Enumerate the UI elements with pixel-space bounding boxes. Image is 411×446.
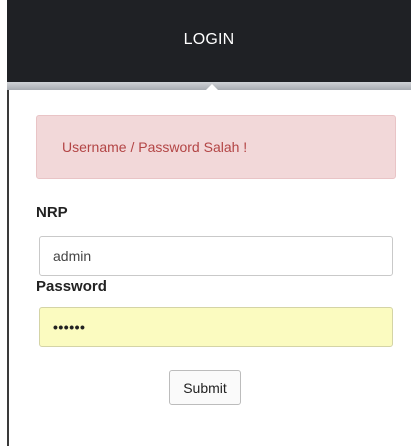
nrp-label: NRP <box>36 204 68 221</box>
password-label: Password <box>36 278 107 295</box>
error-alert: Username / Password Salah ! <box>36 115 396 179</box>
password-input-value: •••••• <box>53 319 86 335</box>
caret-up-icon <box>206 84 218 90</box>
nrp-input[interactable]: admin <box>39 236 393 276</box>
panel-left-border <box>7 90 9 446</box>
nrp-input-value: admin <box>53 248 92 264</box>
panel-header: LOGIN <box>7 0 411 82</box>
password-input[interactable]: •••••• <box>39 307 393 347</box>
submit-button[interactable]: Submit <box>169 370 241 405</box>
error-alert-message: Username / Password Salah ! <box>62 138 248 155</box>
login-panel: LOGIN Username / Password Salah ! NRP ad… <box>0 0 411 446</box>
header-title: LOGIN <box>183 31 235 48</box>
